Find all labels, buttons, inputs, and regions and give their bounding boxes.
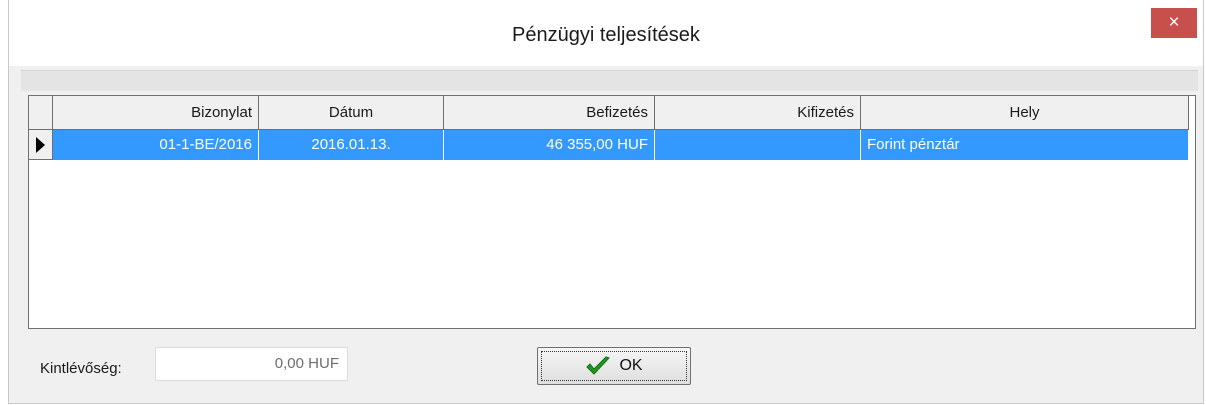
- close-button[interactable]: ×: [1151, 8, 1197, 38]
- outstanding-label: Kintlévőség:: [40, 360, 122, 377]
- outstanding-amount-field: 0,00 HUF: [155, 347, 348, 381]
- close-icon: ×: [1168, 12, 1180, 33]
- checkmark-icon: [586, 356, 611, 375]
- ok-button[interactable]: OK: [537, 347, 691, 385]
- row-indicator[interactable]: [29, 130, 53, 160]
- grid-header: Bizonylat Dátum Befizetés Kifizetés Hely: [29, 96, 1189, 130]
- dialog-title: Pénzügyi teljesítések: [512, 24, 700, 46]
- ok-label: OK: [619, 357, 643, 374]
- table-row[interactable]: 01-1-BE/2016 2016.01.13. 46 355,00 HUF F…: [29, 130, 1189, 160]
- column-header-hely[interactable]: Hely: [861, 96, 1189, 130]
- column-header-datum[interactable]: Dátum: [259, 96, 444, 130]
- cell-befizetes[interactable]: 46 355,00 HUF: [444, 130, 655, 160]
- toolbar-band: [21, 70, 1198, 91]
- transactions-grid[interactable]: Bizonylat Dátum Befizetés Kifizetés Hely…: [28, 95, 1196, 329]
- cell-kifizetes[interactable]: [655, 130, 861, 160]
- dialog-window: Pénzügyi teljesítések × Bizonylat Dátum …: [8, 0, 1204, 404]
- column-header-befizetes[interactable]: Befizetés: [444, 96, 655, 130]
- cell-bizonylat[interactable]: 01-1-BE/2016: [53, 130, 259, 160]
- row-pointer-icon: [36, 137, 45, 153]
- header-indicator-cell: [29, 96, 53, 130]
- column-header-kifizetes[interactable]: Kifizetés: [655, 96, 861, 130]
- column-header-bizonylat[interactable]: Bizonylat: [53, 96, 259, 130]
- title-bar: Pénzügyi teljesítések ×: [9, 0, 1203, 66]
- cell-hely[interactable]: Forint pénztár: [861, 130, 1189, 160]
- cell-datum[interactable]: 2016.01.13.: [259, 130, 444, 160]
